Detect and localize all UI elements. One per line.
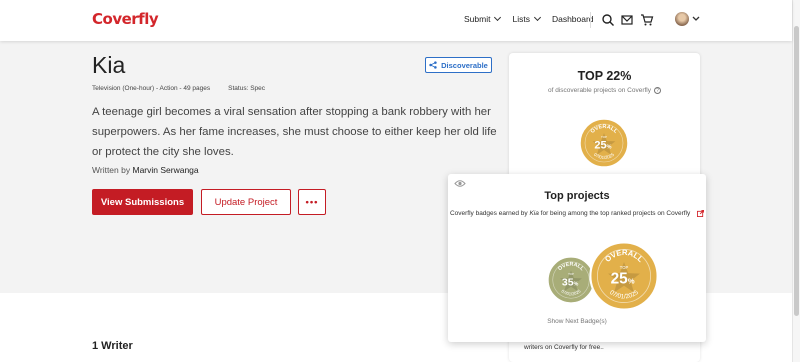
cart-icon[interactable] [640,13,654,27]
popover-title: Top projects [544,190,610,202]
help-icon[interactable]: ? [653,87,661,94]
badge-graphic: OVERALLTOP35%07/01/2025 [547,256,595,304]
external-link-icon[interactable] [697,210,705,217]
nav-dashboard[interactable]: Dashboard [552,14,594,24]
card-bottom-text: writers on Coverfly for free.. [524,344,604,351]
project-status: Status: Spec [228,85,266,92]
coverfly-logo[interactable]: Coverfly [92,10,159,28]
chevron-down-icon [533,13,541,22]
project-title: Kia [92,52,126,78]
nav-lists-label: Lists [512,14,530,24]
user-avatar[interactable] [675,12,689,26]
rank-percent: TOP 22% [577,69,632,83]
nav-divider [590,12,591,28]
badge-top-label: TOP [620,265,629,270]
top-navigation-bar: Coverfly Submit Lists Dashboard [0,0,792,41]
popover-desc-project: Kia [529,210,539,218]
rank-subtitle-text: of discoverable projects on Coverfly [548,87,651,94]
badge-graphic: OVERALLTOP25%07/01/2025 [589,241,659,311]
nav-submit[interactable]: Submit [464,13,502,24]
page-scrollbar[interactable] [792,0,800,362]
badge-top-label: TOP [601,135,607,139]
nav-lists[interactable]: Lists [512,13,541,24]
project-format: Television (One-hour) - Action - 49 page… [92,85,211,92]
project-meta: Television (One-hour) - Action - 49 page… [92,85,265,92]
badge-graphic: OVERALLTOP25%07/01/2025 [579,118,629,168]
top-projects-popover: Top projects Coverfly badges earned by K… [448,174,706,342]
overall-badge[interactable]: OVERALL TOP 25% 07/01/2025 [579,118,629,168]
writers-heading: 1 Writer [92,340,133,352]
author-link[interactable]: Marvin Serwanga [132,165,198,175]
badge-top-label: TOP [568,272,574,276]
discoverable-label: Discoverable [441,60,488,70]
scrollbar-thumb[interactable] [794,26,799,316]
mail-icon[interactable] [620,13,634,27]
popover-description: Coverfly badges earned by Kia for being … [448,210,706,217]
more-options-button[interactable]: ••• [298,189,326,215]
view-submissions-button[interactable]: View Submissions [92,189,193,215]
show-next-badges-link[interactable]: Show Next Badge(s) [448,318,706,325]
overall-badge-small[interactable]: OVERALL TOP 35% 07/01/2025 [547,256,595,304]
rank-subtitle: of discoverable projects on Coverfly ? [509,87,700,94]
popover-desc-prefix: Coverfly badges earned by [449,210,530,218]
popover-desc-suffix: for being among the top ranked projects … [538,210,691,218]
overall-badge-large[interactable]: OVERALL TOP 25% 07/01/2025 [589,241,659,311]
written-by-label: Written by [92,165,131,175]
chevron-down-icon[interactable] [692,15,700,23]
nav-dashboard-label: Dashboard [551,14,594,24]
search-icon[interactable] [601,13,615,27]
share-icon [429,61,437,69]
main-nav: Submit Lists Dashboard [464,13,594,24]
eye-icon[interactable] [454,179,466,188]
nav-submit-label: Submit [464,14,491,24]
chevron-down-icon [494,13,502,22]
written-by: Written by Marvin Serwanga [92,165,199,175]
update-project-button[interactable]: Update Project [201,189,291,215]
project-logline: A teenage girl becomes a viral sensation… [92,106,497,158]
discoverable-button[interactable]: Discoverable [425,57,492,73]
